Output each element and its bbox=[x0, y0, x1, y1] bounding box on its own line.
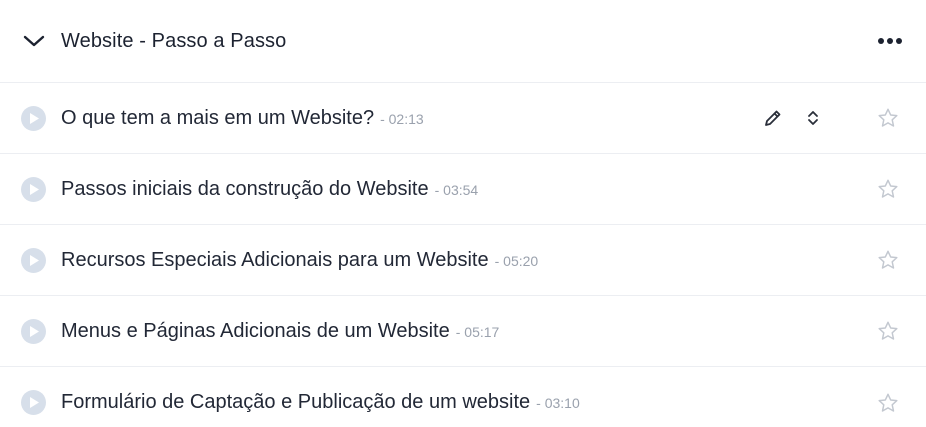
more-horizontal-icon[interactable] bbox=[876, 29, 904, 53]
lesson-title[interactable]: Formulário de Captação e Publicação de u… bbox=[61, 391, 530, 414]
play-icon[interactable] bbox=[21, 105, 46, 131]
pencil-icon[interactable] bbox=[761, 106, 785, 130]
lesson-duration: - 03:54 bbox=[434, 181, 479, 198]
lesson-duration: - 03:10 bbox=[536, 395, 580, 411]
lesson-text: Passos iniciais da construção do Website… bbox=[61, 178, 876, 201]
lesson-title[interactable]: Recursos Especiais Adicionais para um We… bbox=[61, 249, 489, 272]
star-icon[interactable] bbox=[876, 248, 900, 272]
chevron-down-icon[interactable] bbox=[22, 29, 46, 53]
lesson-text: Recursos Especiais Adicionais para um We… bbox=[61, 249, 876, 272]
star-icon[interactable] bbox=[876, 106, 900, 130]
row-actions bbox=[761, 106, 825, 130]
lesson-item[interactable]: O que tem a mais em um Website? - 02:13 bbox=[0, 83, 926, 154]
lesson-text: Formulário de Captação e Publicação de u… bbox=[61, 391, 876, 414]
lesson-duration: - 05:17 bbox=[455, 323, 500, 340]
play-icon[interactable] bbox=[21, 247, 46, 273]
lesson-duration: - 05:20 bbox=[494, 252, 539, 269]
lesson-title[interactable]: Menus e Páginas Adicionais de um Website bbox=[61, 320, 450, 343]
play-icon[interactable] bbox=[21, 176, 46, 202]
play-icon[interactable] bbox=[21, 390, 46, 415]
star-icon[interactable] bbox=[876, 177, 900, 201]
module-title: Website - Passo a Passo bbox=[61, 29, 287, 52]
course-module: Website - Passo a Passo O que tem a mais… bbox=[0, 0, 926, 427]
lesson-item[interactable]: Formulário de Captação e Publicação de u… bbox=[0, 367, 926, 427]
lesson-title[interactable]: Passos iniciais da construção do Website bbox=[61, 178, 429, 201]
star-icon[interactable] bbox=[876, 319, 900, 343]
lesson-item[interactable]: Passos iniciais da construção do Website… bbox=[0, 154, 926, 225]
lesson-item[interactable]: Menus e Páginas Adicionais de um Website… bbox=[0, 296, 926, 367]
play-icon[interactable] bbox=[21, 318, 46, 344]
lesson-text: Menus e Páginas Adicionais de um Website… bbox=[61, 320, 876, 343]
star-icon[interactable] bbox=[876, 391, 900, 415]
reorder-icon[interactable] bbox=[801, 106, 825, 130]
lesson-list: O que tem a mais em um Website? - 02:13 bbox=[0, 83, 926, 427]
lesson-duration: - 02:13 bbox=[380, 110, 424, 127]
module-header[interactable]: Website - Passo a Passo bbox=[0, 0, 926, 83]
lesson-title[interactable]: O que tem a mais em um Website? bbox=[61, 107, 374, 130]
lesson-item[interactable]: Recursos Especiais Adicionais para um We… bbox=[0, 225, 926, 296]
lesson-text: O que tem a mais em um Website? - 02:13 bbox=[61, 107, 761, 130]
